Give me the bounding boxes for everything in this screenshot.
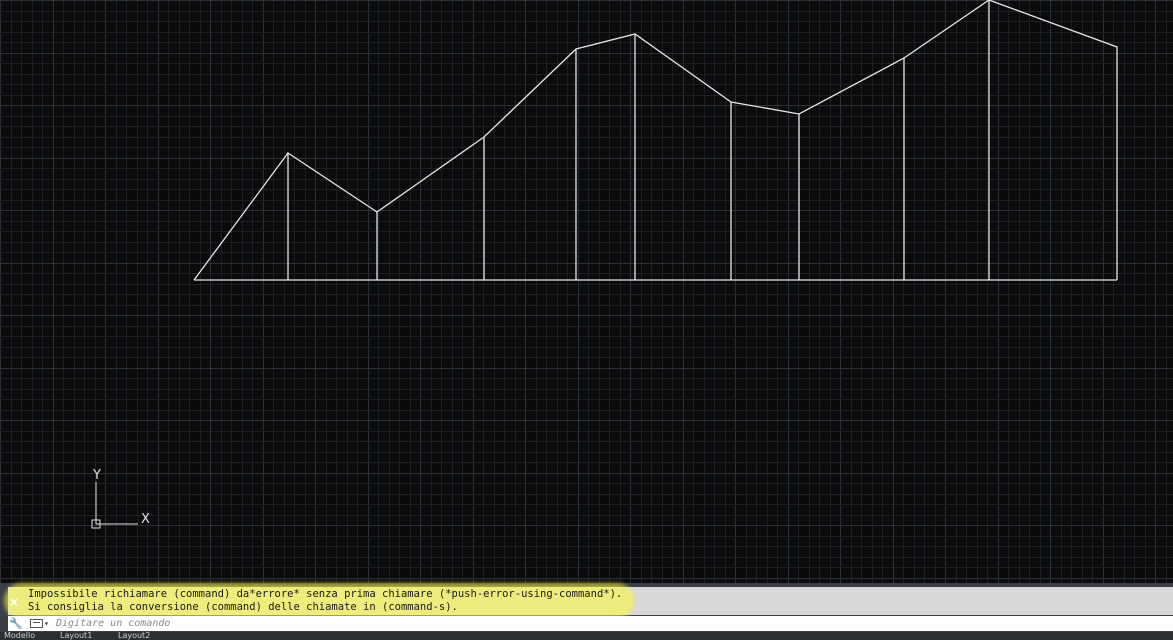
wrench-icon[interactable]: 🔧 bbox=[9, 617, 23, 630]
panel-grip-handle[interactable] bbox=[0, 583, 6, 587]
tab-model[interactable]: Modello bbox=[4, 632, 35, 640]
ucs-icon: X Y bbox=[91, 468, 150, 529]
history-line-1: Impossibile richiamare (command) da*erro… bbox=[28, 588, 623, 600]
chevron-down-icon[interactable]: ▾ bbox=[44, 617, 49, 630]
ucs-x-label: X bbox=[141, 512, 150, 527]
history-line-2: Si consiglia la conversione (command) de… bbox=[28, 601, 458, 613]
command-history-icon[interactable] bbox=[30, 619, 43, 628]
ucs-y-label: Y bbox=[92, 468, 101, 483]
tab-layout1[interactable]: Layout1 bbox=[60, 632, 92, 640]
tab-layout2[interactable]: Layout2 bbox=[118, 632, 150, 640]
layout-tabs-bar: Modello Layout1 Layout2 bbox=[0, 632, 1173, 640]
drawing-grid bbox=[0, 0, 1173, 583]
model-space-canvas[interactable]: X Y bbox=[0, 0, 1173, 583]
close-icon[interactable]: × bbox=[8, 595, 20, 609]
drawing-viewport[interactable]: X Y bbox=[0, 0, 1173, 583]
command-input[interactable] bbox=[56, 616, 1156, 631]
command-history: Impossibile richiamare (command) da*erro… bbox=[4, 583, 1173, 619]
